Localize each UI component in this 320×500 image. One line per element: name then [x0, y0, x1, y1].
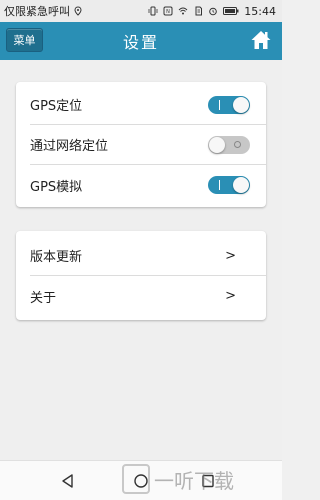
location-settings-card: GPS定位 通过网络定位 GPS模拟: [16, 82, 266, 207]
alarm-icon: [209, 7, 218, 16]
system-nav-bar: 一听下载: [0, 460, 282, 500]
battery-icon: [223, 7, 239, 15]
setting-label: GPS定位: [30, 99, 83, 114]
settings-screen: 仅限紧急呼叫 N 15:44 菜单 设置 GPS定位 通过网络定位 GPS模拟 …: [0, 0, 282, 500]
watermark-text: 一听下载: [154, 468, 234, 493]
home-icon[interactable]: [250, 29, 272, 51]
gps-toggle[interactable]: [208, 95, 250, 114]
sim-icon: [195, 6, 203, 16]
toggle-knob: [209, 136, 225, 153]
location-icon: [74, 6, 82, 16]
chevron-right-icon: >: [225, 248, 236, 263]
status-bar: 仅限紧急呼叫 N 15:44: [0, 0, 282, 22]
setting-label: GPS模拟: [30, 179, 83, 195]
page-title: 设置: [122, 33, 159, 52]
vibrate-icon: [148, 6, 158, 16]
version-update-item[interactable]: 版本更新 >: [30, 236, 266, 276]
about-settings-card: 版本更新 > 关于 >: [16, 231, 266, 320]
toggle-off-mark: [234, 140, 241, 148]
setting-label: 版本更新: [30, 250, 83, 265]
gps-simulation-toggle[interactable]: [208, 176, 250, 194]
about-item[interactable]: 关于 >: [30, 276, 266, 316]
clock: 15:44: [244, 4, 276, 18]
svg-text:N: N: [166, 9, 170, 15]
setting-label: 关于: [30, 290, 57, 306]
app-header: 菜单 设置: [0, 22, 282, 60]
back-icon[interactable]: [60, 473, 76, 489]
toggle-on-mark: [219, 99, 220, 110]
setting-label: 通过网络定位: [30, 139, 109, 154]
wifi-icon: [178, 7, 188, 15]
setting-row-network-location: 通过网络定位: [30, 125, 266, 165]
setting-row-gps-simulation: GPS模拟: [30, 165, 266, 205]
network-location-toggle[interactable]: [208, 135, 250, 154]
setting-row-gps: GPS定位: [30, 85, 266, 125]
nfc-icon: N: [163, 6, 173, 16]
watermark-logo-icon: [122, 464, 150, 494]
carrier-text: 仅限紧急呼叫: [4, 5, 70, 18]
watermark: 一听下载: [122, 462, 280, 496]
toggle-knob: [233, 177, 249, 193]
toggle-knob: [233, 96, 249, 113]
chevron-right-icon: >: [225, 288, 236, 304]
status-right: N 15:44: [148, 5, 276, 18]
menu-button[interactable]: 菜单: [6, 28, 43, 52]
toggle-on-mark: [219, 180, 220, 190]
status-left: 仅限紧急呼叫: [4, 3, 83, 19]
